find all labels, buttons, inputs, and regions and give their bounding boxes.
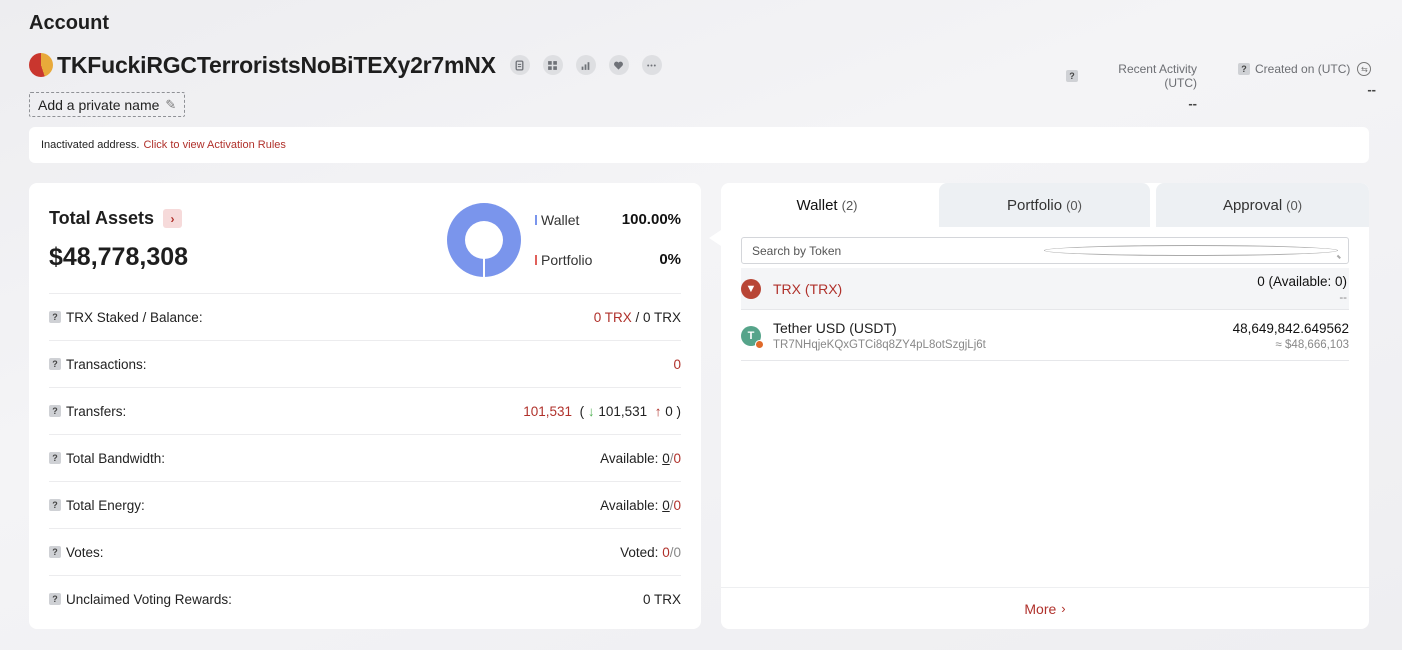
favorite-heart-icon[interactable]: [608, 55, 629, 75]
notice-text: Inactivated address.: [41, 139, 140, 151]
token-search-input[interactable]: Search by Token: [741, 237, 1349, 264]
token-tabs: Wallet (2) Portfolio (0) Approval (0): [721, 183, 1369, 227]
arrow-down-icon: ↓: [587, 403, 595, 419]
more-button[interactable]: More ›: [721, 587, 1369, 629]
total-assets-card: Total Assets › $48,778,308 Wallet 100.00…: [29, 183, 701, 629]
qr-code-icon[interactable]: [542, 55, 563, 75]
legend-wallet-swatch: [535, 214, 537, 225]
transfers-count-link[interactable]: 101,531: [523, 404, 572, 419]
help-icon[interactable]: ?: [1066, 70, 1078, 82]
token-row-usdt[interactable]: T Tether USD (USDT) TR7NHqjeKQxGTCi8q8ZY…: [741, 311, 1349, 361]
total-assets-title: Total Assets ›: [49, 208, 183, 229]
stat-transactions: ? Transactions: 0: [49, 340, 681, 387]
stat-bandwidth: ? Total Bandwidth: Available: 0 / 0: [49, 434, 681, 481]
token-amount: 48,649,842.649562: [1232, 320, 1349, 336]
tab-approval[interactable]: Approval (0): [1156, 183, 1369, 227]
search-icon: [1044, 245, 1338, 256]
help-icon[interactable]: ?: [49, 546, 61, 558]
arrow-up-icon: ↑: [654, 403, 662, 419]
pencil-icon: ✎: [165, 96, 177, 112]
legend-wallet: Wallet 100.00%: [535, 211, 681, 228]
token-name[interactable]: Tether USD (USDT): [773, 320, 986, 336]
created-on: ? Created on (UTC) ⇆ --: [1238, 62, 1376, 97]
recent-activity-value: --: [1188, 96, 1197, 111]
tron-icon: ▼: [741, 278, 761, 299]
help-icon[interactable]: ?: [49, 593, 61, 605]
stat-transfers: ? Transfers: 101,531 ( ↓ 101,531 ↑ 0 ): [49, 387, 681, 434]
total-assets-value: $48,778,308: [49, 243, 189, 271]
token-fiat: ≈ $48,666,103: [1275, 338, 1349, 351]
help-icon[interactable]: ?: [49, 452, 61, 464]
token-fiat: --: [1339, 291, 1347, 304]
help-icon[interactable]: ?: [49, 405, 61, 417]
inactivated-notice: Inactivated address. Click to view Activ…: [29, 127, 1369, 163]
created-on-value: --: [1367, 82, 1376, 97]
copy-icon[interactable]: [509, 55, 530, 75]
address-text: TKFuckiRGCTerroristsNoBiTEXy2r7mNX: [57, 51, 496, 78]
activation-rules-link[interactable]: Click to view Activation Rules: [143, 139, 285, 151]
trx-staked-link[interactable]: 0 TRX: [594, 310, 632, 325]
token-row-trx[interactable]: ▼ TRX (TRX) 0 (Available: 0) --: [741, 268, 1349, 310]
help-icon[interactable]: ?: [49, 358, 61, 370]
legend-portfolio: Portfolio 0%: [535, 251, 681, 268]
help-icon[interactable]: ?: [49, 499, 61, 511]
page-title: Account: [29, 12, 109, 34]
address-avatar: [29, 53, 53, 77]
help-icon[interactable]: ?: [1238, 63, 1250, 75]
transactions-count-link[interactable]: 0: [673, 357, 681, 372]
warning-badge-icon: [755, 339, 764, 349]
chevron-right-icon: ›: [1061, 601, 1066, 616]
recent-activity: ? Recent Activity (UTC) --: [1066, 62, 1197, 111]
stat-rewards: ? Unclaimed Voting Rewards: 0 TRX: [49, 575, 681, 622]
token-contract[interactable]: TR7NHqjeKQxGTCi8q8ZY4pL8otSzgjLj6t: [773, 339, 986, 351]
token-amount: 0 (Available: 0): [1257, 273, 1347, 289]
stat-votes: ? Votes: Voted: 0 / 0: [49, 528, 681, 575]
tether-icon: T: [741, 325, 764, 349]
tab-wallet[interactable]: Wallet (2): [721, 183, 933, 227]
donut-gap: [483, 258, 485, 277]
tab-portfolio[interactable]: Portfolio (0): [939, 183, 1150, 227]
tab-pointer: [709, 230, 721, 246]
private-name-label: Add a private name: [38, 96, 160, 113]
stat-energy: ? Total Energy: Available: 0 / 0: [49, 481, 681, 528]
address-row: TKFuckiRGCTerroristsNoBiTEXy2r7mNX: [29, 50, 675, 80]
more-options-icon[interactable]: [641, 55, 662, 75]
legend-portfolio-swatch: [535, 254, 537, 265]
token-name[interactable]: TRX (TRX): [773, 281, 842, 297]
analytics-icon[interactable]: [575, 55, 596, 75]
account-stats: ? TRX Staked / Balance: 0 TRX / 0 TRX ? Tr…: [49, 293, 681, 622]
stat-trx-staked: ? TRX Staked / Balance: 0 TRX / 0 TRX: [49, 293, 681, 340]
add-private-name-button[interactable]: Add a private name ✎: [29, 92, 186, 117]
switch-timezone-icon[interactable]: ⇆: [1357, 62, 1372, 76]
chevron-right-icon[interactable]: ›: [163, 209, 183, 228]
help-icon[interactable]: ?: [49, 311, 61, 323]
tokens-card: Wallet (2) Portfolio (0) Approval (0) Searc…: [721, 183, 1369, 629]
account-page: Account TKFuckiRGCTerroristsNoBiTEXy2r7m…: [0, 0, 1402, 650]
